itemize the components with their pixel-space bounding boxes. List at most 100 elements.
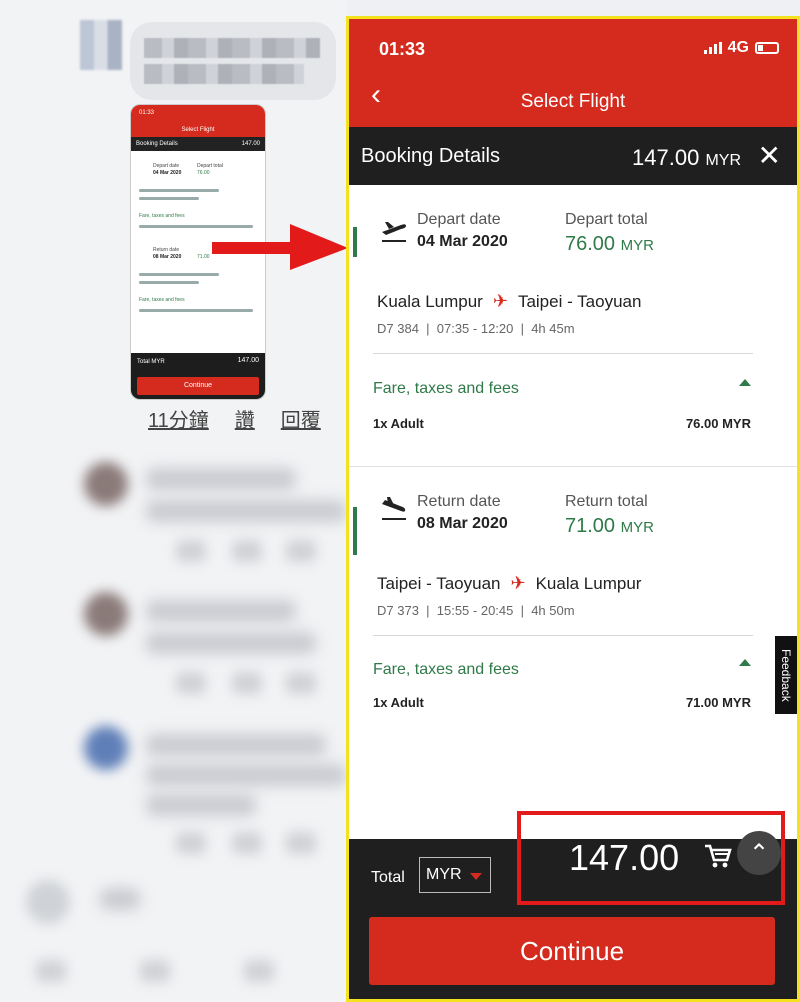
depart-price: 76.00 MYR	[685, 416, 751, 431]
thumb-footer-amount: 147.00	[237, 357, 259, 364]
total-label: Total	[371, 869, 405, 886]
divider	[373, 635, 753, 636]
return-route: Taipei - Taoyuan ✈ Kuala Lumpur	[377, 573, 641, 594]
return-date-label: Return date	[417, 493, 501, 510]
thumb-booking-title: Booking Details	[136, 141, 178, 147]
status-indicators: 4G	[703, 39, 779, 57]
return-total: 71.00 MYR	[565, 515, 654, 538]
thumb-footer-currency: MYR	[151, 359, 165, 365]
battery-icon	[755, 42, 779, 54]
depart-date: 04 Mar 2020	[417, 233, 508, 250]
landing-icon	[382, 497, 406, 520]
return-origin: Taipei - Taoyuan	[377, 573, 501, 593]
return-passenger: 1x Adult	[373, 695, 424, 710]
plane-icon: ✈	[510, 573, 526, 593]
thumb-time: 01:33	[139, 110, 155, 116]
depart-flight-info: D7 384 | 07:35 - 12:20 | 4h 45m	[377, 321, 575, 336]
avatar	[26, 880, 70, 924]
return-duration: 4h 50m	[531, 603, 575, 618]
comment-actions: 11分鐘 讚 回覆	[148, 404, 321, 433]
flight-booking-screen: 01:33 4G ‹ Select Flight Booking Details…	[346, 16, 800, 1002]
continue-button[interactable]: Continue	[369, 917, 775, 985]
thumb-booking-amount: 147.00	[241, 141, 260, 147]
return-fare-toggle[interactable]: Fare, taxes and fees	[373, 661, 519, 679]
app-header: 01:33 4G ‹ Select Flight	[349, 19, 797, 127]
return-destination: Kuala Lumpur	[535, 573, 642, 593]
depart-total-currency: MYR	[620, 237, 654, 254]
return-time: 15:55 - 20:45	[436, 603, 514, 618]
return-total-value: 71.00	[565, 515, 616, 537]
thumb-return-date: 08 Mar 2020	[153, 254, 182, 260]
cart-icon	[705, 844, 732, 868]
depart-duration: 4h 45m	[531, 321, 575, 336]
thumb-depart-date-label: Depart date	[153, 163, 180, 169]
avatar	[84, 462, 128, 506]
divider	[373, 353, 753, 354]
annotation-arrow-right	[212, 224, 348, 270]
avatar	[80, 20, 122, 70]
close-icon[interactable]: ✕	[758, 139, 781, 172]
depart-time: 07:35 - 12:20	[436, 321, 514, 336]
thumb-fare-label-2: Fare, taxes and fees	[139, 297, 185, 303]
booking-amount-value: 147.00	[632, 145, 700, 170]
currency-value: MYR	[426, 866, 462, 883]
signal-icon	[703, 42, 722, 54]
section-accent	[353, 507, 357, 555]
booking-title: Booking Details	[361, 145, 500, 167]
thumb-return-total: 71.00	[197, 254, 210, 260]
avatar	[84, 592, 128, 636]
section-accent	[353, 227, 357, 257]
feedback-tab[interactable]: Feedback	[775, 636, 797, 714]
takeoff-icon	[382, 222, 406, 242]
like-link[interactable]: 讚	[235, 404, 255, 433]
thumb-booking-bar: Booking Details 147.00	[131, 137, 265, 151]
depart-total: 76.00 MYR	[565, 233, 654, 256]
booking-amount: 147.00 MYR	[632, 145, 741, 171]
dropdown-caret-icon	[470, 873, 482, 880]
thumb-footer-total: Total MYR	[137, 359, 165, 365]
status-time: 01:33	[379, 39, 426, 59]
thumb-footer: Total MYR 147.00 Continue	[131, 353, 265, 399]
thumb-header: 01:33 Select Flight	[131, 105, 265, 137]
page-title: Select Flight	[520, 91, 626, 112]
return-total-label: Return total	[565, 493, 648, 510]
currency-dropdown[interactable]: MYR	[419, 857, 491, 893]
return-flight-number: D7 373	[377, 603, 419, 618]
total-amount: 147.00	[569, 837, 680, 878]
depart-destination: Taipei - Taoyuan	[517, 291, 642, 311]
return-price: 71.00 MYR	[685, 695, 751, 710]
thumb-return-date-label: Return date	[153, 247, 180, 253]
return-section: Return date 08 Mar 2020 Return total 71.…	[349, 467, 797, 757]
return-total-currency: MYR	[620, 519, 654, 536]
depart-section: Depart date 04 Mar 2020 Depart total 76.…	[349, 185, 797, 465]
return-date: 08 Mar 2020	[417, 515, 508, 532]
depart-route: Kuala Lumpur ✈ Taipei - Taoyuan	[377, 291, 641, 312]
thumb-depart-total: 76.00	[197, 170, 210, 176]
depart-total-label: Depart total	[565, 211, 648, 228]
checkout-footer: Total MYR 147.00 ⌃ Continue	[349, 811, 797, 999]
thumb-fare-label: Fare, taxes and fees	[139, 213, 185, 219]
return-flight-info: D7 373 | 15:55 - 20:45 | 4h 50m	[377, 603, 575, 618]
depart-origin: Kuala Lumpur	[377, 291, 483, 311]
thumb-title: Select Flight	[181, 127, 215, 133]
thumb-continue-button: Continue	[137, 377, 259, 395]
booking-currency: MYR	[705, 152, 741, 169]
expand-summary-button[interactable]: ⌃	[737, 831, 781, 875]
collapse-caret-icon[interactable]	[739, 379, 751, 386]
total-highlight-box: 147.00 ⌃	[517, 811, 785, 905]
depart-flight-number: D7 384	[377, 321, 419, 336]
depart-passenger: 1x Adult	[373, 416, 424, 431]
thumb-footer-total-label: Total	[137, 359, 150, 365]
comment-timestamp[interactable]: 11分鐘	[148, 404, 209, 433]
reply-link[interactable]: 回覆	[281, 404, 321, 433]
avatar	[84, 726, 128, 770]
depart-date-label: Depart date	[417, 211, 501, 228]
collapse-caret-icon[interactable]	[739, 659, 751, 666]
comment-bubble	[130, 22, 336, 100]
network-type: 4G	[727, 39, 749, 56]
chat-background: 01:33 Select Flight Booking Details 147.…	[0, 0, 346, 1002]
depart-total-value: 76.00	[565, 233, 616, 255]
booking-details-bar: Booking Details 147.00 MYR ✕	[349, 127, 797, 185]
depart-fare-toggle[interactable]: Fare, taxes and fees	[373, 380, 519, 398]
plane-icon: ✈	[492, 291, 508, 311]
